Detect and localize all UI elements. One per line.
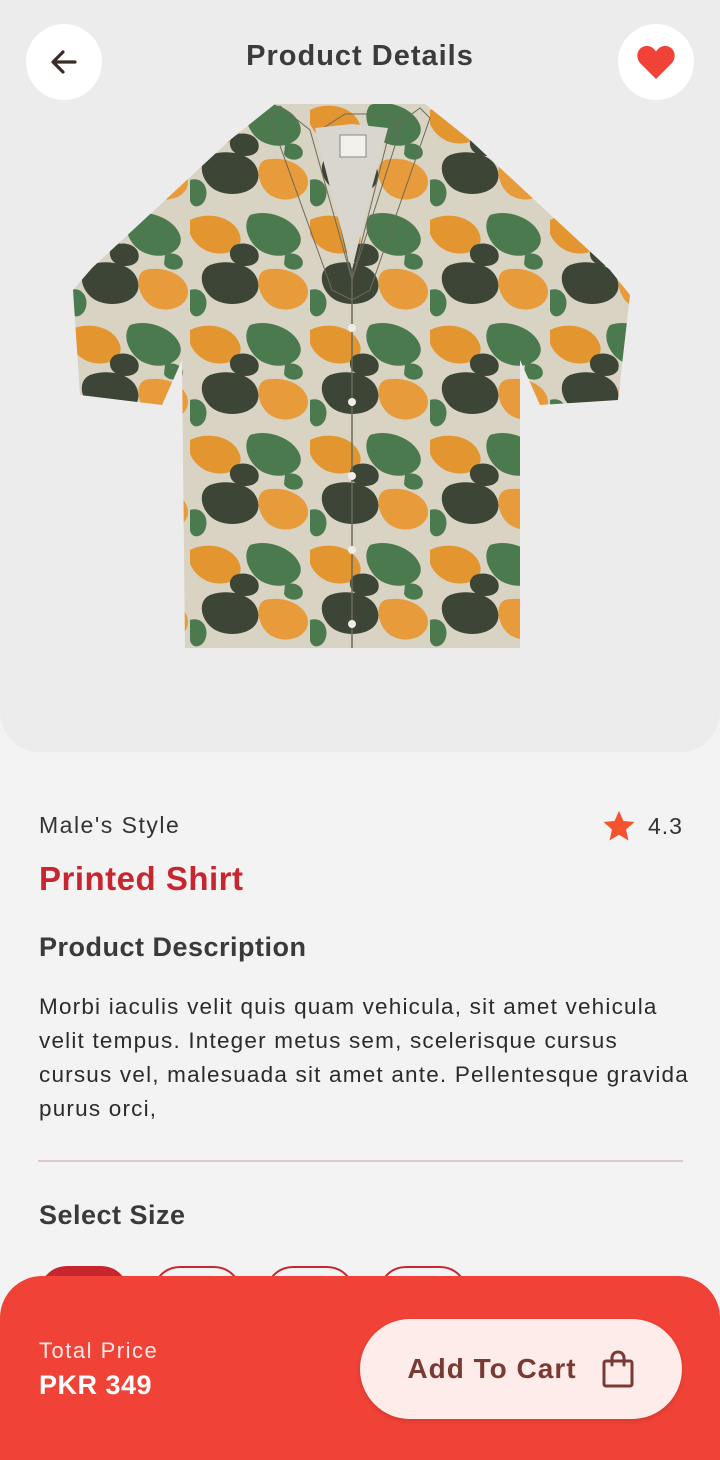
favorite-button[interactable] xyxy=(618,24,694,100)
add-to-cart-button[interactable]: Add To Cart xyxy=(360,1319,682,1419)
product-name: Printed Shirt xyxy=(39,860,244,897)
star-icon xyxy=(603,811,635,841)
divider xyxy=(38,1160,683,1162)
checkout-bar: Total Price PKR 349 Add To Cart xyxy=(0,1276,720,1460)
product-hero: Product Details xyxy=(0,0,720,752)
product-image[interactable] xyxy=(70,100,634,652)
heart-icon xyxy=(637,45,675,79)
description-text: Morbi iaculis velit quis quam vehicula, … xyxy=(39,994,689,1121)
description-heading: Product Description xyxy=(39,932,307,962)
total-price-label: Total Price xyxy=(39,1338,159,1363)
page-title: Product Details xyxy=(246,40,474,72)
product-category: Male's Style xyxy=(39,812,181,838)
rating-value: 4.3 xyxy=(648,812,683,839)
product-rating: 4.3 xyxy=(602,810,683,842)
add-to-cart-label: Add To Cart xyxy=(407,1353,577,1384)
size-heading: Select Size xyxy=(39,1200,186,1230)
total-price-value: PKR 349 xyxy=(39,1370,153,1400)
shopping-bag-icon xyxy=(602,1350,634,1388)
